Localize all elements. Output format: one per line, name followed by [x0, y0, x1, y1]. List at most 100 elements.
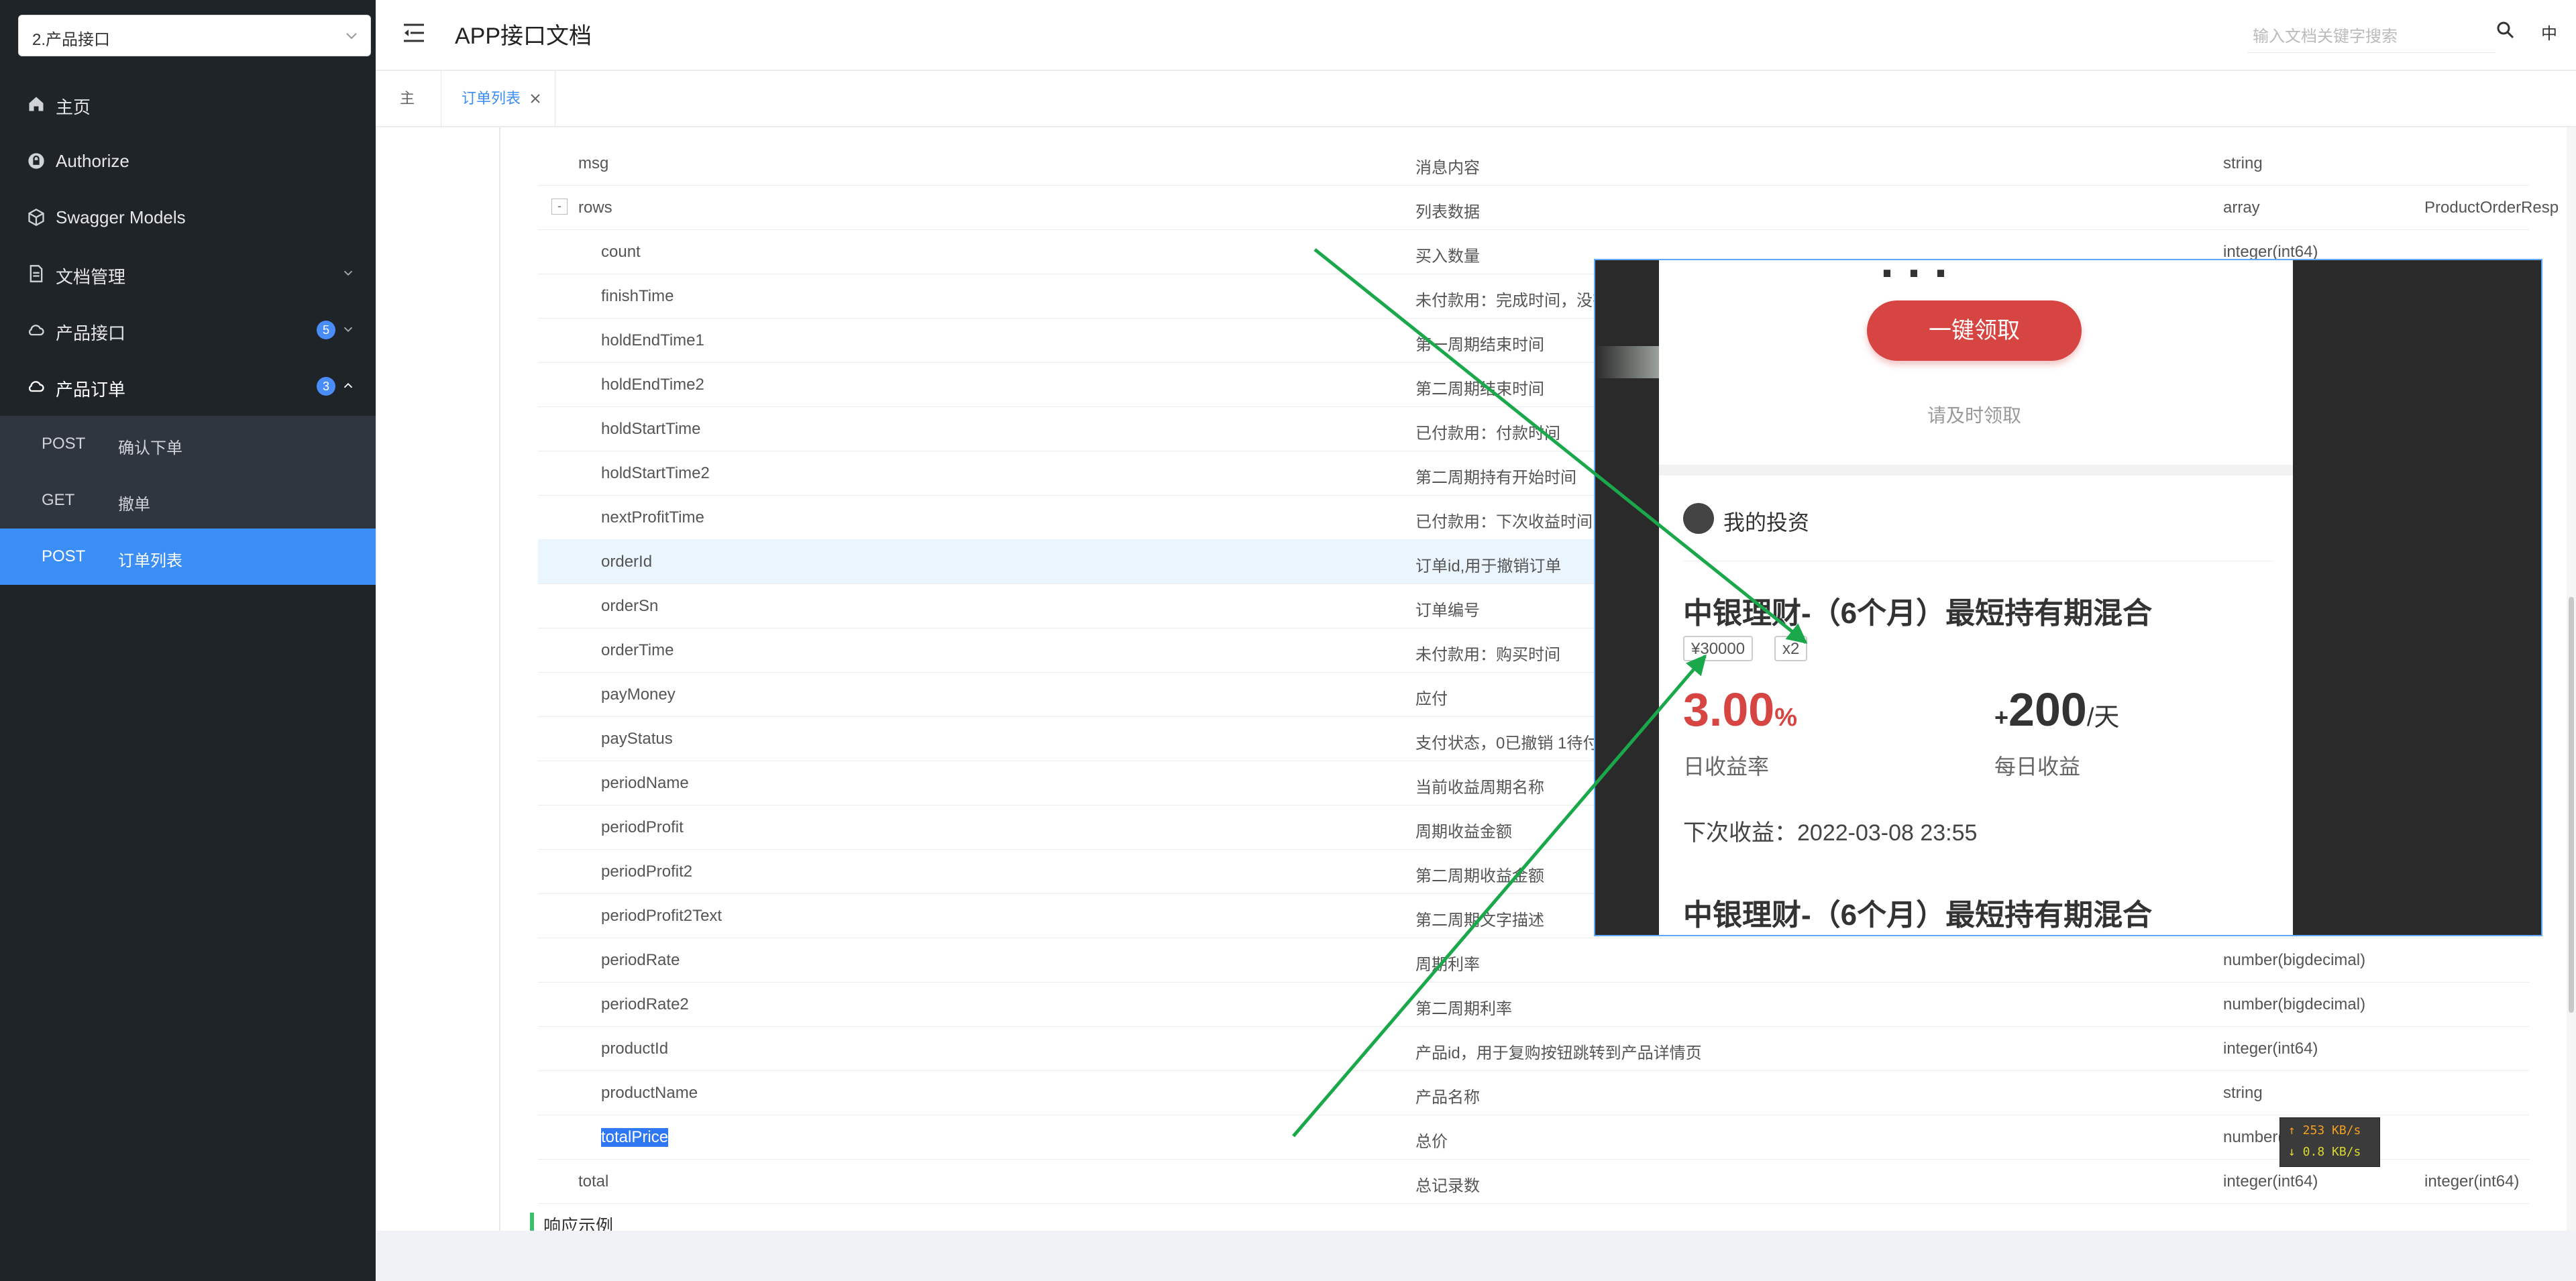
- param-desc: 当前收益周期名称: [1415, 779, 1544, 797]
- daily-rate: 3.00%: [1683, 683, 1797, 736]
- table-row: totalPrice总价number(bigdecimal): [538, 1115, 2529, 1160]
- submenu-item-label: 撤单: [118, 496, 150, 514]
- count-badge: 5: [317, 321, 335, 339]
- table-row: msg 消息内容 string: [538, 141, 2529, 186]
- param-name: periodRate: [601, 951, 680, 969]
- param-desc: 第一周期结束时间: [1415, 336, 1544, 354]
- rate-unit: %: [1774, 704, 1798, 732]
- sidebar-item-product-api[interactable]: 产品接口 5: [0, 302, 376, 358]
- param-name: periodProfit2Text: [601, 907, 722, 925]
- param-desc: 第二周期持有开始时间: [1415, 469, 1576, 487]
- param-name: periodProfit2: [601, 862, 693, 881]
- sidebar: 2.产品接口 主页 Authorize Swagger Models 文档管理 …: [0, 0, 376, 1281]
- tab-home[interactable]: 主页: [380, 71, 441, 162]
- param-desc: 产品名称: [1415, 1089, 1480, 1107]
- submenu-item-cancel-order[interactable]: GET 撤单: [0, 472, 376, 528]
- earn-unit: /天: [2086, 704, 2120, 732]
- submenu-item-label: 订单列表: [118, 552, 182, 570]
- product-title: 中银理财-（6个月）最短持有期混合: [1683, 899, 2153, 932]
- param-desc: 列表数据: [1415, 203, 1480, 221]
- table-row: total 总记录数 integer(int64) integer(int64): [538, 1159, 2529, 1204]
- param-name: holdEndTime1: [601, 331, 704, 349]
- tab-bar: 主页 订单列表: [376, 71, 2576, 162]
- sidebar-item-authorize[interactable]: Authorize: [0, 133, 376, 189]
- param-desc: 第二周期收益金额: [1415, 867, 1544, 885]
- footer-area: [376, 1231, 2576, 1281]
- param-name: holdStartTime: [601, 420, 701, 438]
- table-row: productName 产品名称 string: [538, 1070, 2529, 1115]
- param-name: payMoney: [601, 685, 676, 704]
- claim-note: 请及时领取: [1927, 405, 2022, 426]
- param-name: orderId: [601, 553, 653, 571]
- my-investment-title: 我的投资: [1723, 510, 1810, 535]
- claim-button[interactable]: 一键领取: [1867, 300, 2082, 361]
- chevron-up-icon: [343, 382, 353, 388]
- project-select-value: 2.产品接口: [32, 31, 111, 49]
- param-type: integer(int64): [2223, 1172, 2318, 1190]
- param-name: periodProfit: [601, 818, 684, 836]
- scrollbar-thumb[interactable]: [2569, 597, 2574, 1013]
- project-select[interactable]: 2.产品接口: [18, 15, 371, 56]
- submenu-item-order-list[interactable]: POST 订单列表: [0, 528, 376, 585]
- param-type: integer(int64): [2223, 1040, 2318, 1058]
- param-name: msg: [578, 154, 609, 172]
- param-schema: integer(int64): [2424, 1172, 2520, 1190]
- param-desc: 订单编号: [1415, 602, 1480, 620]
- param-desc: 周期利率: [1415, 956, 1480, 974]
- param-schema: ProductOrderResp: [2424, 199, 2559, 217]
- close-icon[interactable]: [529, 93, 541, 105]
- rate-value: 3.00: [1683, 683, 1775, 736]
- sidebar-item-swagger-models[interactable]: Swagger Models: [0, 189, 376, 245]
- menu-fold-icon[interactable]: [402, 23, 425, 43]
- sidebar-item-label: 产品接口: [56, 323, 126, 343]
- param-desc: 已付款用：下次收益时间: [1415, 513, 1593, 531]
- doc-icon: [30, 265, 43, 282]
- table-row: periodRate2 第二周期利率 number(bigdecimal): [538, 982, 2529, 1027]
- product-title: 中银理财-（6个月）最短持有期混合: [1683, 597, 2153, 630]
- sidebar-item-label: 产品订单: [56, 380, 126, 400]
- param-name: periodRate2: [601, 995, 689, 1013]
- search-input[interactable]: 输入文档关键字搜索: [2247, 12, 2496, 53]
- param-desc: 消息内容: [1415, 159, 1480, 177]
- language-switch[interactable]: 中: [2541, 20, 2557, 44]
- wallet-icon: [1683, 503, 1714, 534]
- param-desc: 周期收益金额: [1415, 823, 1512, 841]
- param-name: holdStartTime2: [601, 464, 710, 482]
- param-name: nextProfitTime: [601, 508, 704, 526]
- submenu-item-confirm-order[interactable]: POST 确认下单: [0, 416, 376, 472]
- param-name: total: [578, 1172, 609, 1190]
- sidebar-item-label: 主页: [56, 97, 91, 117]
- chevron-down-icon: [343, 270, 353, 276]
- http-method: GET: [42, 491, 75, 509]
- chevron-down-icon: [343, 327, 353, 333]
- param-type: array: [2223, 199, 2260, 217]
- sidebar-item-doc-management[interactable]: 文档管理: [0, 245, 376, 302]
- param-type: string: [2223, 154, 2263, 172]
- param-desc: 总记录数: [1415, 1177, 1480, 1195]
- chevron-down-icon: [346, 33, 357, 40]
- http-method: POST: [42, 435, 86, 453]
- scrollbar[interactable]: [2567, 127, 2576, 1231]
- collapse-toggle[interactable]: -: [551, 199, 568, 215]
- cloud-icon: [28, 381, 44, 392]
- daily-earning: +200/天: [1994, 683, 2119, 736]
- param-name: orderTime: [601, 641, 674, 659]
- app-title: APP接口文档: [455, 23, 592, 49]
- network-speed-widget: ↑ 253 KB/s ↓ 0.8 KB/s: [2279, 1117, 2380, 1167]
- table-row: - rows 列表数据 array ProductOrderResp: [538, 185, 2559, 230]
- sidebar-item-product-order[interactable]: 产品订单 3: [0, 358, 376, 414]
- sidebar-item-home[interactable]: 主页: [0, 76, 376, 132]
- sidebar-item-label: Authorize: [56, 151, 129, 171]
- param-name: count: [601, 243, 641, 261]
- param-desc: 订单id,用于撤销订单: [1415, 557, 1562, 575]
- table-row: periodRate 周期利率 number(bigdecimal): [538, 938, 2529, 983]
- divider: [499, 127, 500, 1231]
- param-desc: 应付: [1415, 690, 1448, 708]
- param-name: periodName: [601, 774, 689, 792]
- search-icon[interactable]: [2496, 20, 2516, 40]
- param-desc: 总价: [1415, 1133, 1448, 1151]
- tab-order-list[interactable]: 订单列表: [441, 71, 555, 126]
- sidebar-item-label: 文档管理: [56, 267, 126, 287]
- cube-icon: [28, 208, 44, 227]
- phone-screen: . . . 一键领取 请及时领取 我的投资 中银理财-（6个月）最短持有期混合 …: [1659, 260, 2293, 935]
